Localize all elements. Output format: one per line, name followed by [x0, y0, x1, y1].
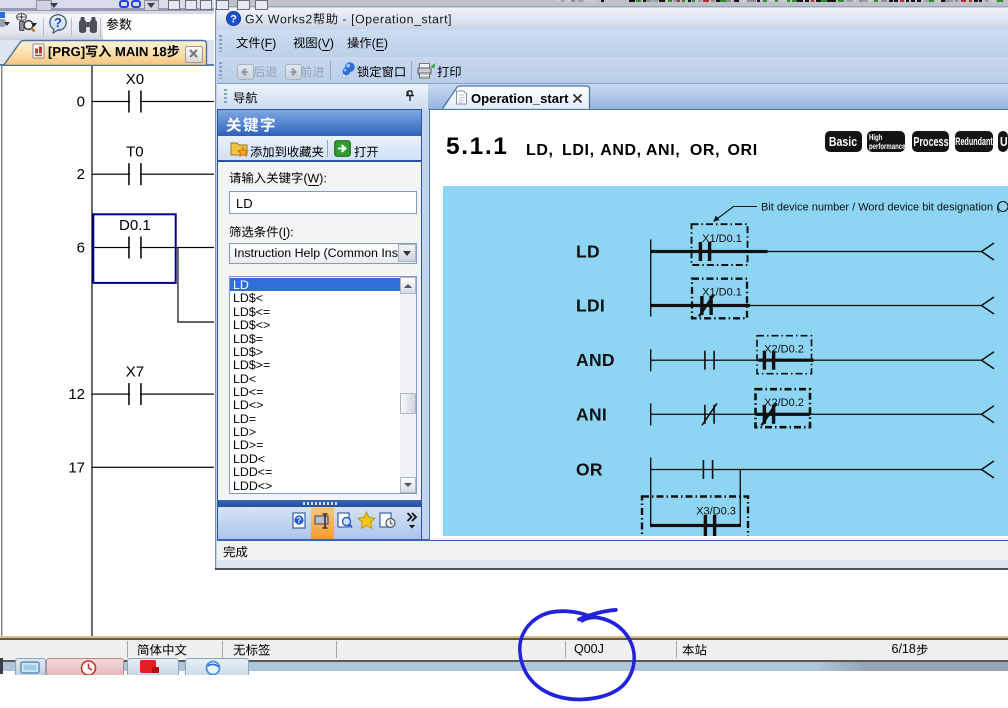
svg-text:X7: X7: [126, 364, 144, 381]
svg-text:LDI: LDI: [576, 296, 605, 316]
svg-text:X1/D0.1: X1/D0.1: [702, 233, 742, 245]
svg-text:17: 17: [68, 459, 85, 476]
svg-text:0: 0: [77, 94, 85, 111]
svg-text:T0: T0: [126, 144, 144, 161]
svg-text:X1/D0.1: X1/D0.1: [702, 287, 742, 299]
svg-text:OR: OR: [576, 460, 603, 480]
svg-text:X0: X0: [126, 71, 144, 88]
svg-text:X2/D0.2: X2/D0.2: [764, 344, 804, 356]
svg-text:2: 2: [77, 166, 85, 183]
svg-text:X3/D0.3: X3/D0.3: [696, 506, 736, 518]
svg-text:X2/D0.2: X2/D0.2: [764, 397, 804, 409]
svg-text:?: ?: [297, 516, 302, 525]
svg-text:AND: AND: [576, 350, 615, 370]
svg-text:LD: LD: [576, 242, 600, 262]
svg-text:D0.1: D0.1: [119, 217, 151, 234]
svg-text:?: ?: [230, 14, 237, 26]
svg-text:Bit device number / Word devic: Bit device number / Word device bit desi…: [761, 202, 1000, 214]
svg-text:12: 12: [68, 386, 85, 403]
svg-text:?: ?: [54, 15, 62, 30]
svg-text:ANI: ANI: [576, 404, 607, 424]
svg-text:6: 6: [77, 240, 85, 257]
